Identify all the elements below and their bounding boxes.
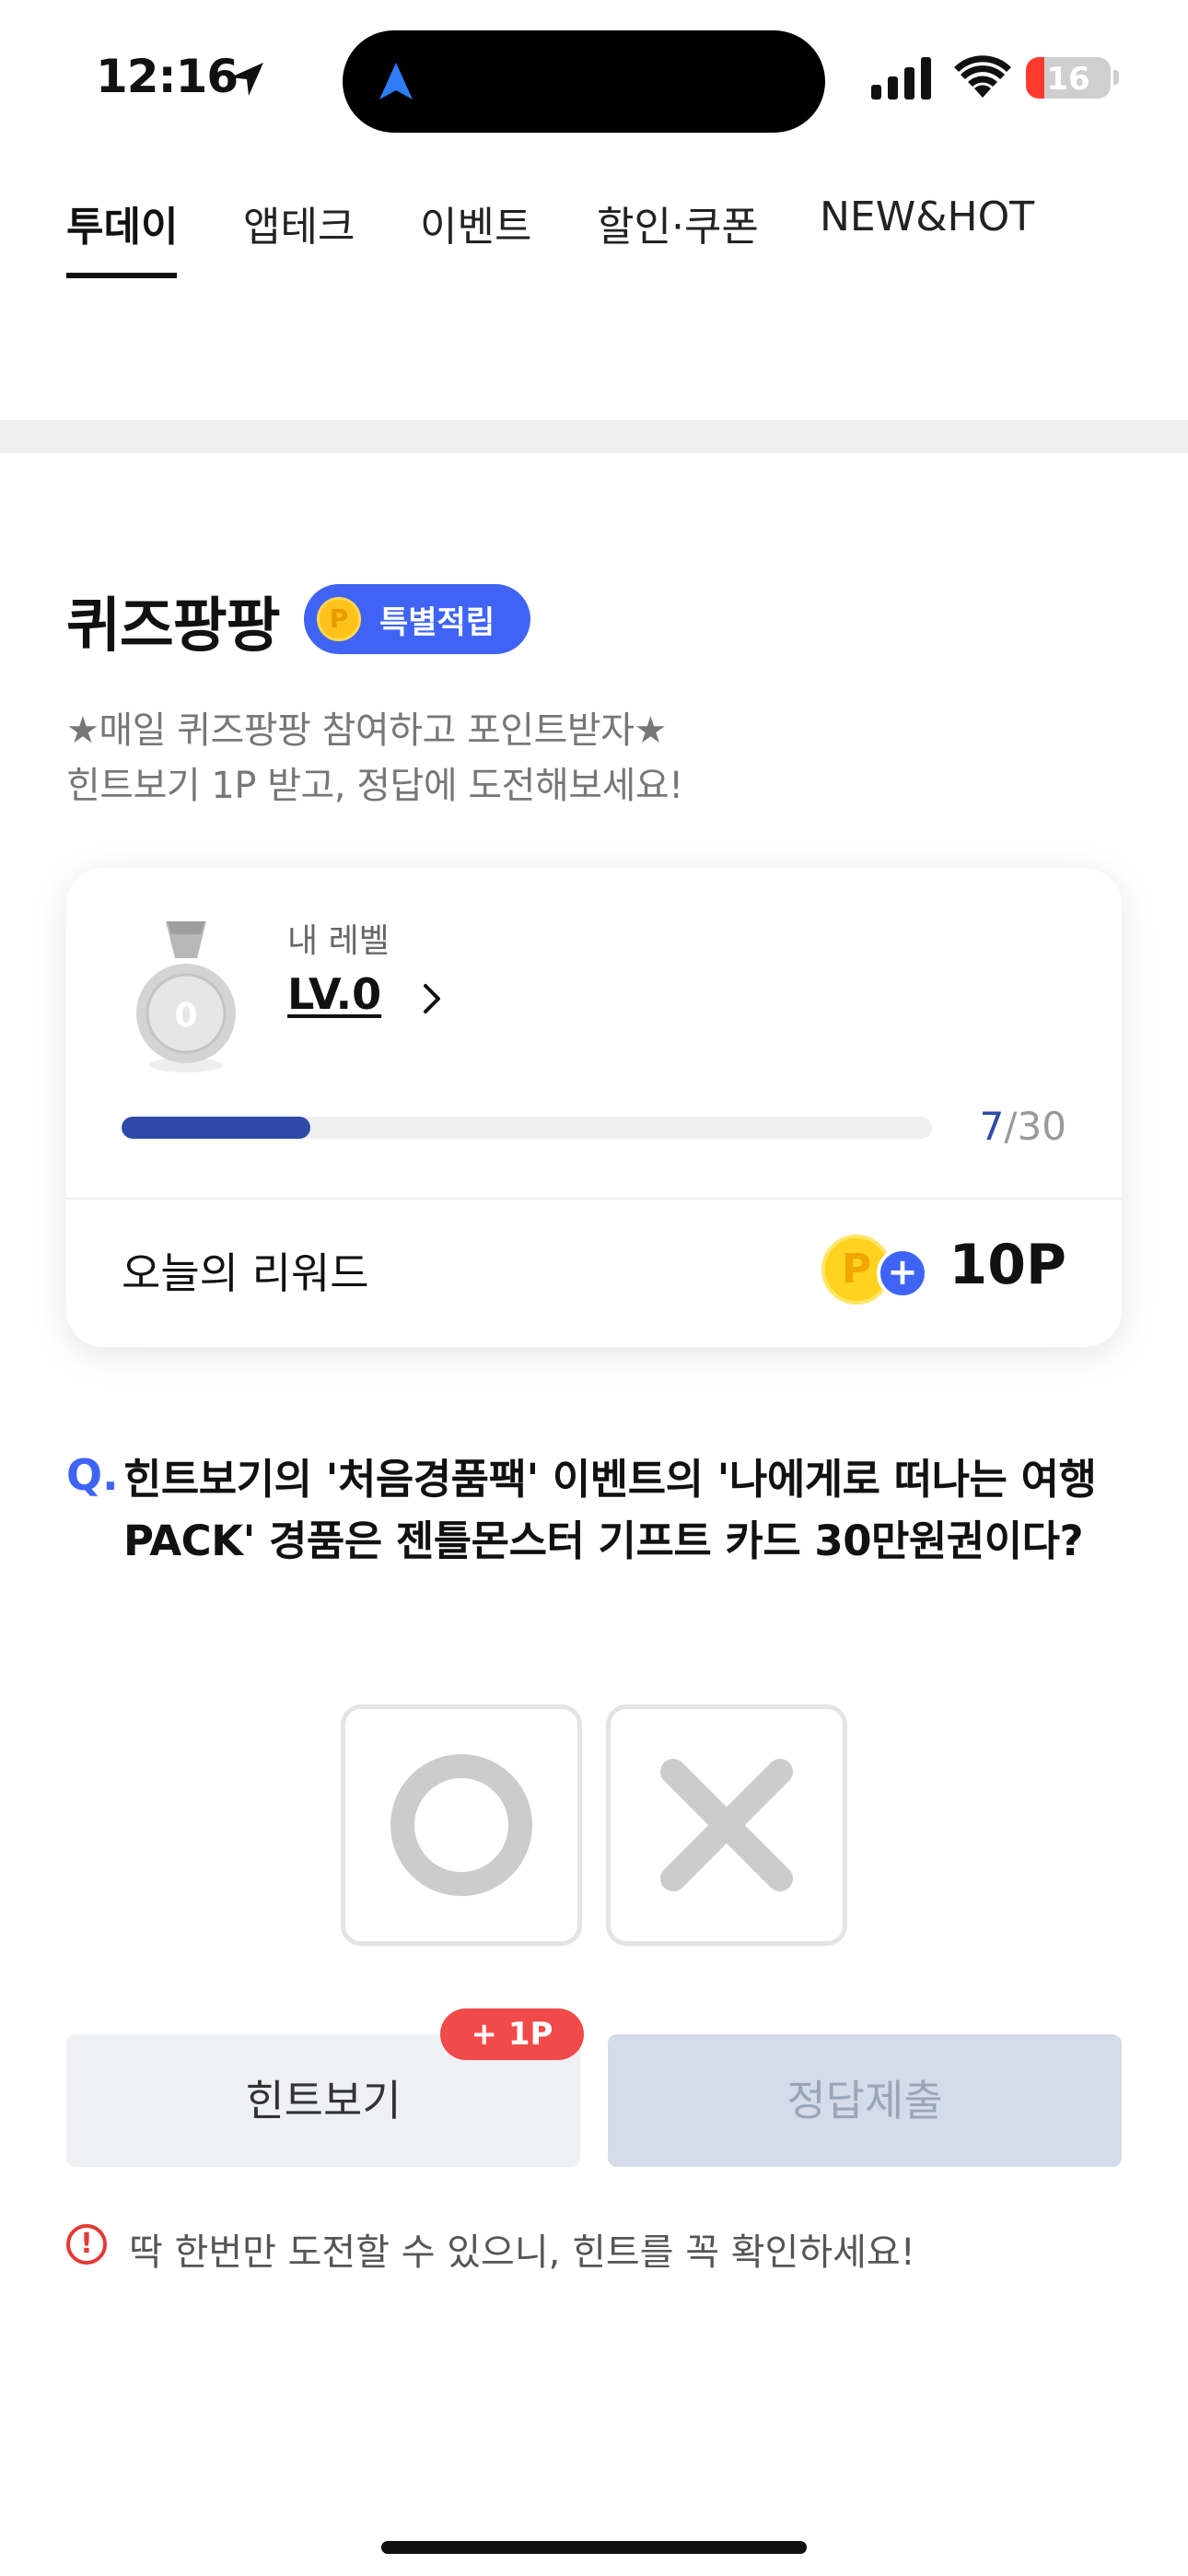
tab-discount-coupon[interactable]: 할인·쿠폰 bbox=[597, 193, 759, 252]
battery-level: 16 bbox=[1046, 61, 1090, 98]
question-prefix: Q. bbox=[66, 1450, 119, 1500]
warning-text: 딱 한번만 도전할 수 있으니, 힌트를 꼭 확인하세요! bbox=[129, 2231, 915, 2274]
level-progress-bar bbox=[122, 1117, 932, 1139]
answer-o-button[interactable] bbox=[341, 1704, 582, 1946]
question-text: 힌트보기의 '처음경품팩' 이벤트의 '나에게로 떠나는 여행PACK' 경품은… bbox=[123, 1455, 1097, 1565]
quiz-description-line2: 힌트보기 1P 받고, 정답에 도전해보세요! bbox=[66, 765, 683, 807]
battery-cap bbox=[1113, 70, 1119, 85]
submit-answer-button[interactable]: 정답제출 bbox=[608, 2034, 1122, 2167]
answer-x-button[interactable] bbox=[606, 1704, 847, 1946]
cross-x-icon bbox=[660, 1759, 793, 1891]
warning-icon: ! bbox=[66, 2224, 107, 2265]
today-reward-label: 오늘의 리워드 bbox=[122, 1248, 369, 1298]
active-tab-indicator bbox=[66, 273, 177, 278]
silver-medal-icon: 0 bbox=[136, 921, 236, 1072]
quiz-title: 퀴즈팡팡 bbox=[66, 592, 281, 661]
status-time: 12:16 bbox=[96, 50, 239, 103]
cellular-signal-icon bbox=[871, 57, 931, 100]
today-reward-value: 10P bbox=[949, 1233, 1066, 1297]
tab-event[interactable]: 이벤트 bbox=[420, 193, 531, 252]
level-link[interactable]: LV.0 bbox=[287, 969, 381, 1019]
special-earn-badge: P 특별적립 bbox=[304, 584, 530, 654]
circle-o-icon bbox=[390, 1754, 532, 1896]
card-divider bbox=[66, 1198, 1122, 1200]
wifi-icon bbox=[954, 55, 1011, 98]
progress-current: 7 bbox=[979, 1104, 1005, 1149]
progress-total: /30 bbox=[1004, 1104, 1066, 1149]
special-earn-label: 특별적립 bbox=[379, 604, 495, 641]
chevron-right-icon[interactable] bbox=[418, 980, 446, 1017]
section-divider bbox=[0, 420, 1188, 453]
tab-apptech[interactable]: 앱테크 bbox=[243, 193, 355, 252]
navigation-icon bbox=[379, 63, 413, 100]
progress-text: 7/30 bbox=[980, 1104, 1066, 1149]
medal-number: 0 bbox=[174, 997, 197, 1035]
hint-point-badge: + 1P bbox=[440, 2008, 584, 2060]
home-indicator bbox=[381, 2541, 807, 2554]
quiz-description-line1: ★매일 퀴즈팡팡 참여하고 포인트받자★ bbox=[66, 709, 667, 752]
tab-new-hot[interactable]: NEW&HOT bbox=[820, 193, 1034, 240]
battery-indicator: 16 bbox=[1026, 57, 1111, 99]
level-progress-fill bbox=[122, 1117, 311, 1139]
plus-icon: + bbox=[877, 1247, 928, 1299]
level-card: 0 내 레벨 LV.0 7/30 오늘의 리워드 P + 10P bbox=[66, 868, 1122, 1347]
location-arrow-icon bbox=[230, 63, 263, 96]
point-coin-icon: P bbox=[317, 597, 361, 641]
tab-today[interactable]: 투데이 bbox=[66, 193, 178, 252]
my-level-caption: 내 레벨 bbox=[287, 922, 390, 960]
